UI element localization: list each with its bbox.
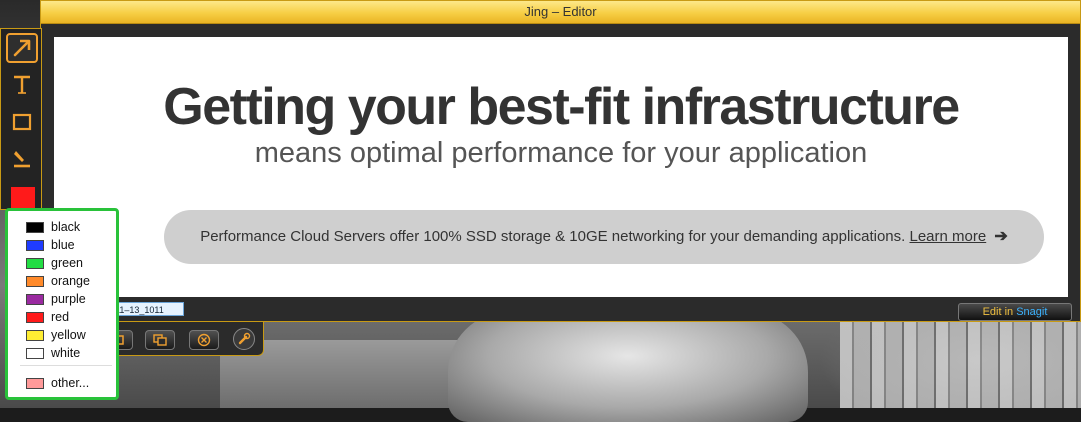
arrow-right-icon: ➔ [994, 228, 1008, 245]
wrench-icon [238, 332, 251, 345]
close-icon [197, 333, 211, 347]
color-label: green [51, 256, 83, 270]
color-swatch [26, 293, 44, 305]
color-option-white[interactable]: white [26, 344, 80, 362]
edit-in-snagit-button[interactable]: Edit in Snagit [958, 303, 1072, 321]
arrow-tool-icon [13, 39, 31, 57]
color-option-blue[interactable]: blue [26, 236, 75, 254]
color-label: purple [51, 292, 86, 306]
highlighter-icon [14, 151, 30, 168]
background-buildings [840, 320, 1081, 408]
color-label: blue [51, 238, 75, 252]
color-label: yellow [51, 328, 86, 342]
settings-button[interactable] [233, 328, 255, 350]
background-fist [448, 312, 808, 422]
learn-more-link[interactable]: Learn more [909, 228, 986, 245]
color-swatch [26, 275, 44, 287]
headline: Getting your best-fit infrastructure [163, 78, 960, 136]
color-label: white [51, 346, 81, 360]
color-option-yellow[interactable]: yellow [26, 326, 86, 344]
color-picker-menu: black blue green orange purple red yello… [5, 208, 119, 400]
rectangle-tool-icon [12, 113, 32, 131]
text-tool-button[interactable] [6, 69, 38, 99]
capture-canvas[interactable]: Getting your best-fit infrastructure mea… [54, 37, 1068, 297]
subheadline: means optimal performance for your appli… [254, 137, 868, 169]
banner-text: Performance Cloud Servers offer 100% SSD… [200, 228, 906, 245]
current-color-swatch[interactable] [11, 187, 35, 209]
highlight-tool-button[interactable] [6, 143, 38, 173]
color-option-orange[interactable]: orange [26, 272, 90, 290]
color-option-green[interactable]: green [26, 254, 83, 272]
color-swatch [26, 239, 44, 251]
color-swatch [26, 329, 44, 341]
copy-icon [153, 334, 167, 346]
color-swatch [26, 311, 44, 323]
color-label: black [51, 220, 81, 234]
color-swatch [26, 347, 44, 359]
text-tool-icon [14, 75, 30, 94]
color-swatch [26, 221, 44, 233]
color-label: red [51, 310, 70, 324]
edit-in-label: Edit in [982, 306, 1014, 318]
color-label: orange [51, 274, 90, 288]
color-option-purple[interactable]: purple [26, 290, 86, 308]
window-title[interactable]: Jing – Editor [41, 1, 1080, 24]
promo-banner: Performance Cloud Servers offer 100% SSD… [164, 210, 1044, 264]
color-option-other[interactable]: other... [26, 374, 89, 392]
rectangle-tool-button[interactable] [6, 107, 38, 137]
menu-separator [20, 365, 112, 366]
editor-window: Jing – Editor Getting your best-fit infr… [40, 0, 1081, 322]
color-option-red[interactable]: red [26, 308, 69, 326]
color-option-black[interactable]: black [26, 218, 80, 236]
color-swatch [26, 257, 44, 269]
cancel-button[interactable] [189, 330, 219, 350]
arrow-tool-button[interactable] [6, 33, 38, 63]
snagit-brand: Snagit [1016, 306, 1048, 318]
copy-button[interactable] [145, 330, 175, 350]
color-label: other... [51, 376, 90, 390]
annotation-toolbar [0, 28, 42, 210]
color-swatch [26, 377, 44, 389]
